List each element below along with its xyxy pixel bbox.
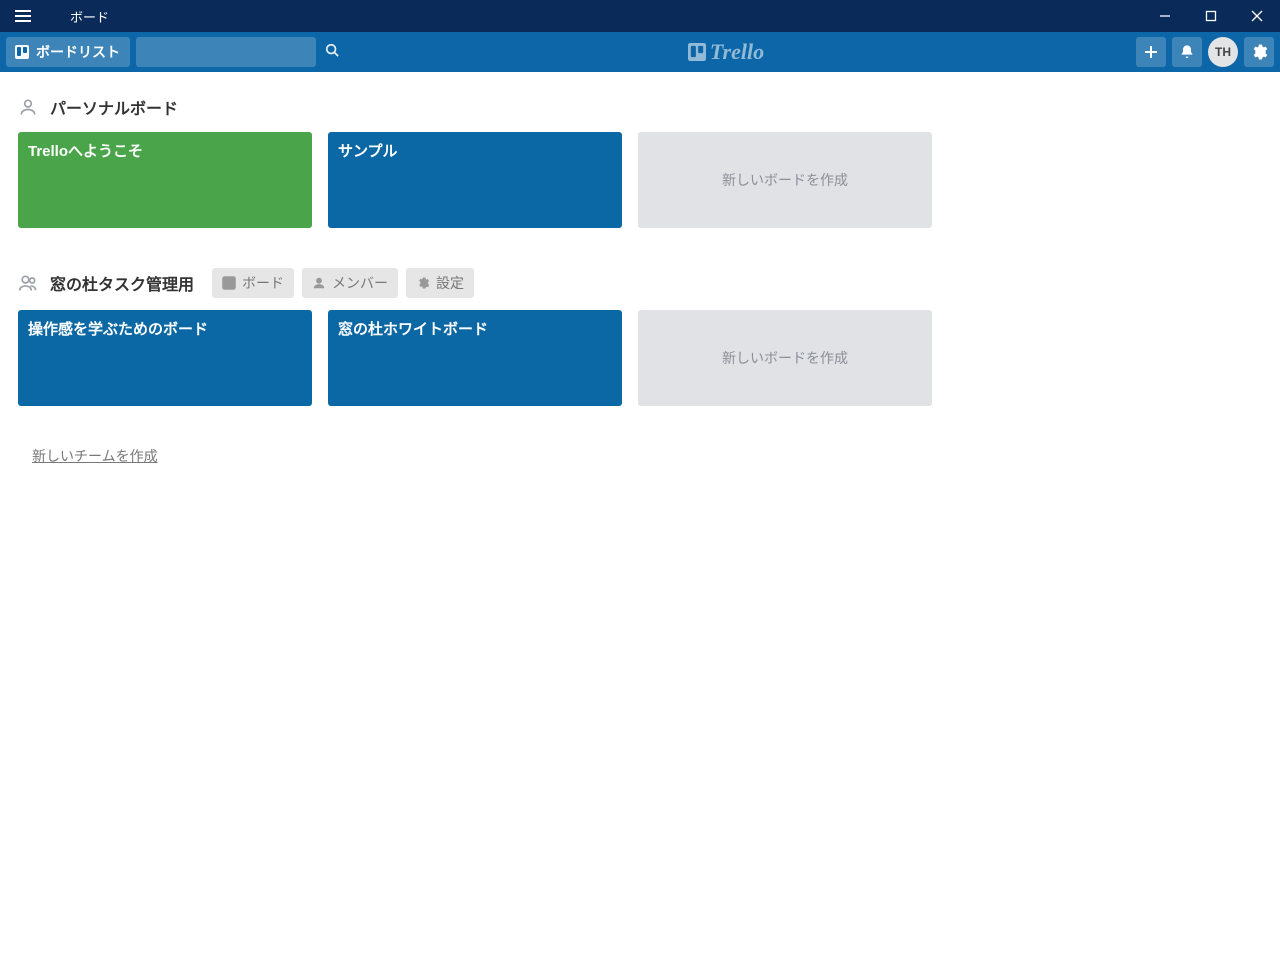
trello-logo-text: Trello — [710, 39, 764, 65]
search-input[interactable] — [144, 44, 325, 60]
window-title: ボード — [46, 7, 109, 26]
create-new-board-tile[interactable]: 新しいボードを作成 — [638, 132, 932, 228]
boards-menu-button[interactable]: ボードリスト — [6, 37, 130, 67]
team-settings-button[interactable]: 設定 — [406, 268, 474, 298]
board-tile-title: Trelloへようこそ — [28, 143, 143, 160]
board-tile-title: 窓の杜ホワイトボード — [338, 321, 488, 338]
trello-board-icon — [222, 276, 236, 290]
create-new-board-tile[interactable]: 新しいボードを作成 — [638, 310, 932, 406]
create-button[interactable] — [1136, 37, 1166, 67]
search-box[interactable] — [136, 37, 316, 67]
hamburger-menu-button[interactable] — [0, 0, 46, 32]
team-section-title: 窓の杜タスク管理用 — [50, 271, 194, 295]
board-tile-title: 操作感を学ぶためのボード — [28, 321, 208, 338]
trello-logo-icon — [688, 43, 706, 61]
hamburger-icon — [15, 10, 31, 22]
create-new-team: 新しいチームを作成 — [18, 446, 947, 466]
close-icon — [1251, 10, 1263, 22]
team-members-button[interactable]: メンバー — [302, 268, 398, 298]
create-new-board-label: 新しいボードを作成 — [722, 170, 848, 190]
trello-board-icon — [14, 44, 30, 60]
person-icon — [312, 276, 326, 290]
maximize-icon — [1205, 10, 1217, 22]
team-section-header: 窓の杜タスク管理用 ボード メンバー 設定 — [18, 268, 947, 298]
bell-icon — [1179, 44, 1195, 60]
gear-icon — [1250, 43, 1268, 61]
board-tile-title: サンプル — [338, 143, 398, 160]
settings-button[interactable] — [1244, 37, 1274, 67]
user-avatar[interactable]: TH — [1208, 37, 1238, 67]
team-boards-label: ボード — [242, 273, 284, 293]
board-tile-whiteboard[interactable]: 窓の杜ホワイトボード — [328, 310, 622, 406]
personal-section-title: パーソナルボード — [50, 95, 178, 119]
boards-menu-label: ボードリスト — [36, 42, 120, 62]
create-new-board-label: 新しいボードを作成 — [722, 348, 848, 368]
boards-home: パーソナルボード Trelloへようこそ サンプル 新しいボードを作成 窓の杜タ… — [0, 72, 965, 488]
window-minimize-button[interactable] — [1142, 0, 1188, 32]
window-close-button[interactable] — [1234, 0, 1280, 32]
plus-icon — [1143, 44, 1159, 60]
team-boards-grid: 操作感を学ぶためのボード 窓の杜ホワイトボード 新しいボードを作成 — [18, 310, 947, 406]
team-members-label: メンバー — [332, 273, 388, 293]
team-settings-label: 設定 — [436, 273, 464, 293]
window-titlebar: ボード — [0, 0, 1280, 32]
board-tile-sample[interactable]: サンプル — [328, 132, 622, 228]
app-header: ボードリスト Trello TH — [0, 32, 1280, 72]
window-maximize-button[interactable] — [1188, 0, 1234, 32]
people-icon — [18, 273, 38, 293]
team-boards-button[interactable]: ボード — [212, 268, 294, 298]
personal-section-header: パーソナルボード — [18, 94, 947, 120]
personal-boards-grid: Trelloへようこそ サンプル 新しいボードを作成 — [18, 132, 947, 228]
trello-logo[interactable]: Trello — [688, 39, 764, 65]
notifications-button[interactable] — [1172, 37, 1202, 67]
search-icon — [325, 43, 339, 62]
avatar-initials: TH — [1215, 45, 1231, 59]
person-icon — [18, 97, 38, 117]
minimize-icon — [1159, 10, 1171, 22]
gear-icon — [416, 276, 430, 290]
create-new-team-link[interactable]: 新しいチームを作成 — [18, 448, 158, 464]
board-tile-learn[interactable]: 操作感を学ぶためのボード — [18, 310, 312, 406]
board-tile-welcome[interactable]: Trelloへようこそ — [18, 132, 312, 228]
